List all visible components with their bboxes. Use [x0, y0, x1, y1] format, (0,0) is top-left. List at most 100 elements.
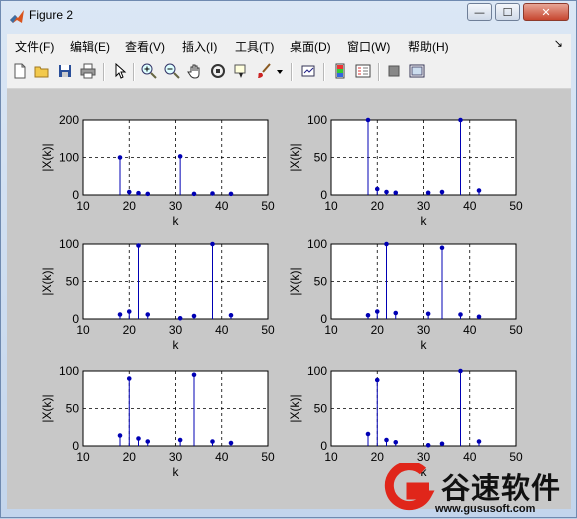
stem-marker: [191, 313, 197, 319]
y-tick-label: 100: [59, 237, 79, 251]
show-plot-tools-icon[interactable]: [408, 62, 426, 80]
menu-view[interactable]: 查看(V): [125, 38, 165, 55]
stem-marker: [136, 436, 141, 441]
close-button[interactable]: ✕: [523, 3, 569, 21]
x-tick-label: 20: [123, 199, 137, 213]
dock-arrow-icon[interactable]: ↘: [554, 37, 563, 50]
stem-marker: [136, 243, 141, 248]
y-tick-label: 100: [307, 113, 327, 127]
y-axis-label: |X(k)|: [288, 267, 302, 295]
matlab-logo-icon: [10, 10, 24, 23]
y-tick-label: 0: [320, 439, 327, 453]
brush-icon[interactable]: [255, 62, 273, 80]
save-icon[interactable]: [56, 62, 74, 80]
stem-marker: [365, 117, 371, 123]
stem-marker: [191, 191, 197, 197]
toolbar-separator: [291, 63, 293, 81]
x-tick-label: 50: [261, 199, 275, 213]
x-tick-label: 30: [169, 450, 183, 464]
x-axis-label: k: [421, 338, 428, 352]
print-icon[interactable]: [79, 62, 97, 80]
x-tick-label: 40: [215, 450, 229, 464]
y-tick-label: 100: [307, 237, 327, 251]
menu-insert[interactable]: 插入(I): [182, 38, 217, 55]
menu-tools[interactable]: 工具(T): [235, 38, 274, 55]
stem-marker: [425, 190, 431, 196]
stem-marker: [210, 439, 215, 444]
new-figure-icon[interactable]: [11, 62, 29, 80]
y-axis-label: |X(k)|: [288, 143, 302, 171]
menu-file[interactable]: 文件(F): [15, 38, 54, 55]
colorbar-icon[interactable]: [331, 62, 349, 80]
menu-help[interactable]: 帮助(H): [408, 38, 449, 55]
title-bar[interactable]: Figure 2 — ☐ ✕: [1, 1, 576, 31]
stem-marker: [458, 368, 463, 374]
stem-marker: [126, 309, 132, 314]
stem-marker: [210, 191, 215, 196]
toolbar: [7, 56, 571, 89]
x-tick-label: 30: [169, 323, 183, 337]
y-tick-label: 50: [66, 275, 80, 289]
stem-marker: [145, 312, 151, 317]
stem-marker: [228, 440, 234, 446]
edit-pointer-icon[interactable]: [111, 62, 129, 80]
toolbar-separator: [378, 63, 380, 81]
stem-marker: [365, 312, 371, 318]
x-tick-label: 50: [509, 323, 523, 337]
minimize-button[interactable]: —: [467, 3, 492, 21]
toolbar-separator: [133, 63, 135, 81]
y-tick-label: 50: [66, 402, 80, 416]
y-axis-label: |X(k)|: [288, 394, 302, 422]
y-tick-label: 0: [320, 312, 327, 326]
stem-marker: [476, 314, 482, 320]
stem-marker: [393, 190, 399, 196]
menu-window[interactable]: 窗口(W): [347, 38, 390, 55]
stem-marker: [384, 241, 389, 247]
subplot-grid: 10 20 30 40 500100200k|X(k)|10 20 30 40 50050100…: [40, 113, 523, 479]
stem-marker: [384, 437, 389, 443]
stem-marker: [117, 433, 123, 438]
figure-canvas[interactable]: 10 20 30 40 50 0 100 200 k |X(k)| 10 20 30 40 50 0 50 100…: [7, 89, 571, 509]
hide-plot-tools-icon[interactable]: [385, 62, 403, 80]
stem-marker: [228, 191, 234, 197]
link-plot-icon[interactable]: [299, 62, 317, 80]
stem-marker: [117, 155, 123, 160]
stem-marker: [177, 437, 183, 443]
menu-bar: 文件(F) 编辑(E) 查看(V) 插入(I) 工具(T) 桌面(D) 窗口(W…: [7, 34, 571, 56]
x-tick-label: 40: [463, 199, 477, 213]
x-tick-label: 40: [215, 323, 229, 337]
stem-marker: [393, 439, 399, 445]
watermark: 谷速软件 www.gususoft.com: [379, 461, 577, 519]
stem-marker: [458, 312, 463, 317]
x-tick-label: 20: [123, 450, 137, 464]
zoom-out-icon[interactable]: [163, 62, 181, 80]
x-tick-label: 20: [371, 199, 385, 213]
y-tick-label: 0: [72, 312, 79, 326]
open-icon[interactable]: [33, 62, 51, 80]
stem-marker: [210, 241, 215, 247]
data-cursor-icon[interactable]: [232, 62, 250, 80]
rotate-3d-icon[interactable]: [209, 62, 227, 80]
x-tick-label: 30: [417, 199, 431, 213]
window-title: Figure 2: [29, 8, 74, 22]
y-tick-label: 100: [307, 364, 327, 378]
stem-marker: [439, 189, 445, 195]
x-axis-label: k: [421, 214, 428, 228]
stem-marker: [374, 309, 380, 314]
pan-icon[interactable]: [186, 62, 204, 80]
stem-marker: [425, 442, 431, 448]
y-axis-label: |X(k)|: [40, 143, 54, 171]
y-tick-label: 0: [72, 439, 79, 453]
legend-icon[interactable]: [354, 62, 372, 80]
maximize-button[interactable]: ☐: [495, 3, 520, 21]
watermark-url: www.gususoft.com: [435, 503, 536, 515]
stem-marker: [393, 310, 399, 316]
zoom-in-icon[interactable]: [140, 62, 158, 80]
x-tick-label: 40: [215, 199, 229, 213]
y-tick-label: 100: [59, 151, 79, 165]
y-tick-label: 0: [320, 188, 327, 202]
dropdown-icon[interactable]: [275, 62, 285, 80]
menu-desktop[interactable]: 桌面(D): [290, 38, 331, 55]
stem-marker: [374, 186, 380, 192]
menu-edit[interactable]: 编辑(E): [70, 38, 110, 55]
